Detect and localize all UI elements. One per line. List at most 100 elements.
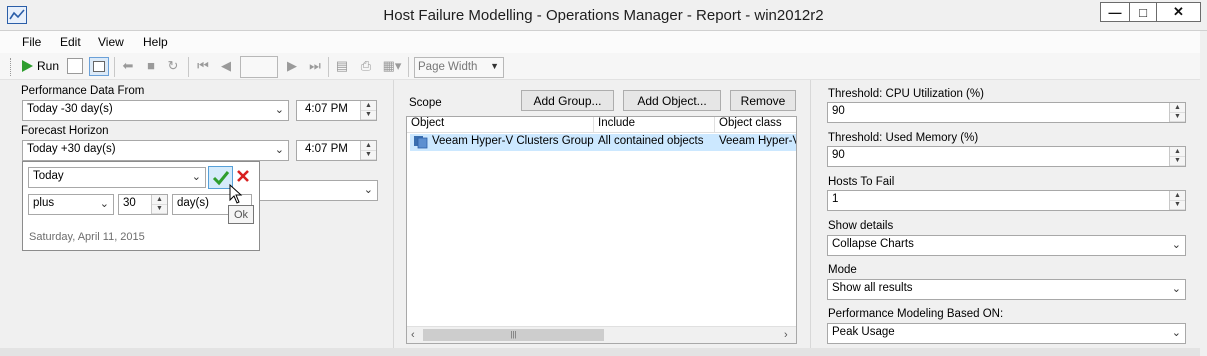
window-edge (1200, 31, 1207, 356)
last-page-icon[interactable]: ⏭ (308, 59, 322, 73)
forecast-select[interactable]: Today +30 day(s) ⌄ (22, 140, 289, 161)
chevron-down-icon: ⌄ (363, 184, 373, 196)
date-base-select[interactable]: Today ⌄ (28, 167, 206, 188)
cancel-icon (237, 170, 249, 182)
mouse-cursor-icon (229, 183, 243, 204)
menu-help[interactable]: Help (143, 35, 168, 49)
maximize-button[interactable]: □ (1129, 2, 1157, 22)
forecast-time-spinner[interactable]: ▲ ▼ (360, 141, 376, 160)
zoom-select[interactable]: Page Width ▼ (414, 57, 504, 78)
first-page-icon[interactable]: ⏮ (196, 59, 210, 73)
spin-up-icon[interactable]: ▲ (1170, 191, 1185, 201)
print-icon[interactable]: ⎙ (359, 59, 373, 73)
spin-up-icon[interactable]: ▲ (1170, 103, 1185, 113)
forecast-time-input[interactable]: 4:07 PM ▲ ▼ (296, 140, 377, 161)
close-button[interactable]: ✕ (1156, 2, 1201, 22)
checkmark-icon (212, 170, 229, 185)
chevron-down-icon: ⌄ (1171, 327, 1181, 339)
table-row[interactable]: Veeam Hyper-V Clusters Group (410, 134, 594, 151)
chevron-down-icon: ⌄ (191, 171, 201, 183)
date-amount-input[interactable]: 30 ▲ ▼ (118, 194, 168, 215)
date-operator-select[interactable]: plus ⌄ (28, 194, 114, 215)
menu-bar (0, 31, 1200, 53)
mode-select[interactable]: Show all results ⌄ (827, 279, 1186, 300)
chevron-down-icon: ⌄ (274, 144, 284, 156)
toolbar-separator (188, 57, 189, 77)
spin-up-icon[interactable]: ▲ (1170, 147, 1185, 157)
modeling-basis-value: Peak Usage (832, 326, 895, 338)
scroll-right-icon[interactable]: › (784, 329, 788, 341)
spin-up-icon[interactable]: ▲ (361, 101, 376, 111)
horizontal-scrollbar[interactable]: ‹ ||| › (407, 326, 796, 343)
spin-down-icon[interactable]: ▼ (361, 151, 376, 160)
row-object-name: Veeam Hyper-V Clusters Group (432, 135, 594, 147)
next-page-icon[interactable]: ▶ (285, 59, 299, 73)
scroll-left-icon[interactable]: ‹ (411, 329, 415, 341)
resolved-date-text: Saturday, April 11, 2015 (29, 231, 145, 243)
scrollbar-thumb[interactable]: ||| (423, 329, 604, 341)
modeling-basis-select[interactable]: Peak Usage ⌄ (827, 323, 1186, 344)
perf-data-select[interactable]: Today -30 day(s) ⌄ (22, 100, 289, 121)
date-amount-value: 30 (123, 197, 136, 209)
add-group-button[interactable]: Add Group... (521, 90, 614, 111)
previous-page-icon[interactable]: ◀ (219, 59, 233, 73)
forecast-label: Forecast Horizon (21, 125, 109, 137)
mode-label: Mode (828, 264, 857, 276)
refresh-icon[interactable]: ↻ (166, 59, 180, 73)
run-icon[interactable] (20, 59, 34, 73)
memory-threshold-input[interactable]: 90 ▲ ▼ (827, 146, 1186, 167)
perf-time-input[interactable]: 4:07 PM ▲ ▼ (296, 100, 377, 121)
cpu-threshold-label: Threshold: CPU Utilization (%) (828, 88, 984, 100)
cpu-threshold-spinner[interactable]: ▲ ▼ (1169, 103, 1185, 122)
spin-up-icon[interactable]: ▲ (152, 195, 167, 205)
add-object-button[interactable]: Add Object... (623, 90, 721, 111)
mode-value: Show all results (832, 282, 913, 294)
date-operator-value: plus (33, 197, 55, 209)
parameters-icon[interactable] (89, 57, 109, 76)
row-include[interactable]: All contained objects (594, 134, 715, 151)
menu-edit[interactable]: Edit (60, 35, 81, 49)
back-icon[interactable]: ⬅ (121, 59, 135, 73)
panel-divider (810, 80, 811, 348)
show-details-select[interactable]: Collapse Charts ⌄ (827, 235, 1186, 256)
hosts-to-fail-spinner[interactable]: ▲ ▼ (1169, 191, 1185, 210)
menu-file[interactable]: File (22, 35, 41, 49)
cpu-threshold-value: 90 (832, 105, 845, 117)
spin-down-icon[interactable]: ▼ (1170, 201, 1185, 210)
window-title: Host Failure Modelling - Operations Mana… (383, 7, 824, 24)
spin-down-icon[interactable]: ▼ (1170, 157, 1185, 166)
toolbar-separator (328, 57, 329, 77)
run-button[interactable]: Run (37, 59, 59, 73)
row-object-class[interactable]: Veeam Hyper-V (715, 134, 796, 151)
column-header-object[interactable]: Object (407, 117, 594, 133)
spin-down-icon[interactable]: ▼ (152, 205, 167, 214)
server-group-icon (413, 135, 428, 149)
chevron-down-icon: ⌄ (274, 104, 284, 116)
menu-view[interactable]: View (98, 35, 124, 49)
date-amount-spinner[interactable]: ▲ ▼ (151, 195, 167, 214)
memory-threshold-spinner[interactable]: ▲ ▼ (1169, 147, 1185, 166)
perf-data-value: Today -30 day(s) (27, 103, 113, 115)
forecast-time-value: 4:07 PM (305, 143, 348, 155)
column-header-include[interactable]: Include (594, 117, 715, 133)
print-layout-icon[interactable]: ▤ (335, 59, 349, 73)
remove-button[interactable]: Remove (730, 90, 796, 111)
show-details-label: Show details (828, 220, 894, 232)
spin-up-icon[interactable]: ▲ (361, 141, 376, 151)
chevron-down-icon: ⌄ (1171, 239, 1181, 251)
perf-time-spinner[interactable]: ▲ ▼ (360, 101, 376, 120)
hosts-to-fail-input[interactable]: 1 ▲ ▼ (827, 190, 1186, 211)
toolbar-separator (408, 57, 409, 77)
document-map-icon[interactable] (67, 58, 83, 74)
spin-down-icon[interactable]: ▼ (361, 111, 376, 120)
column-header-class[interactable]: Object class (715, 117, 796, 133)
ok-tooltip: Ok (228, 205, 254, 224)
export-icon[interactable]: ▦▾ (381, 59, 403, 73)
spin-down-icon[interactable]: ▼ (1170, 113, 1185, 122)
stop-icon[interactable]: ■ (144, 59, 158, 73)
page-number-input[interactable] (240, 56, 278, 78)
scope-grid: Object Include Object class Veeam Hyper-… (406, 116, 797, 344)
minimize-button[interactable]: — (1100, 2, 1130, 22)
cpu-threshold-input[interactable]: 90 ▲ ▼ (827, 102, 1186, 123)
date-base-value: Today (33, 170, 64, 182)
